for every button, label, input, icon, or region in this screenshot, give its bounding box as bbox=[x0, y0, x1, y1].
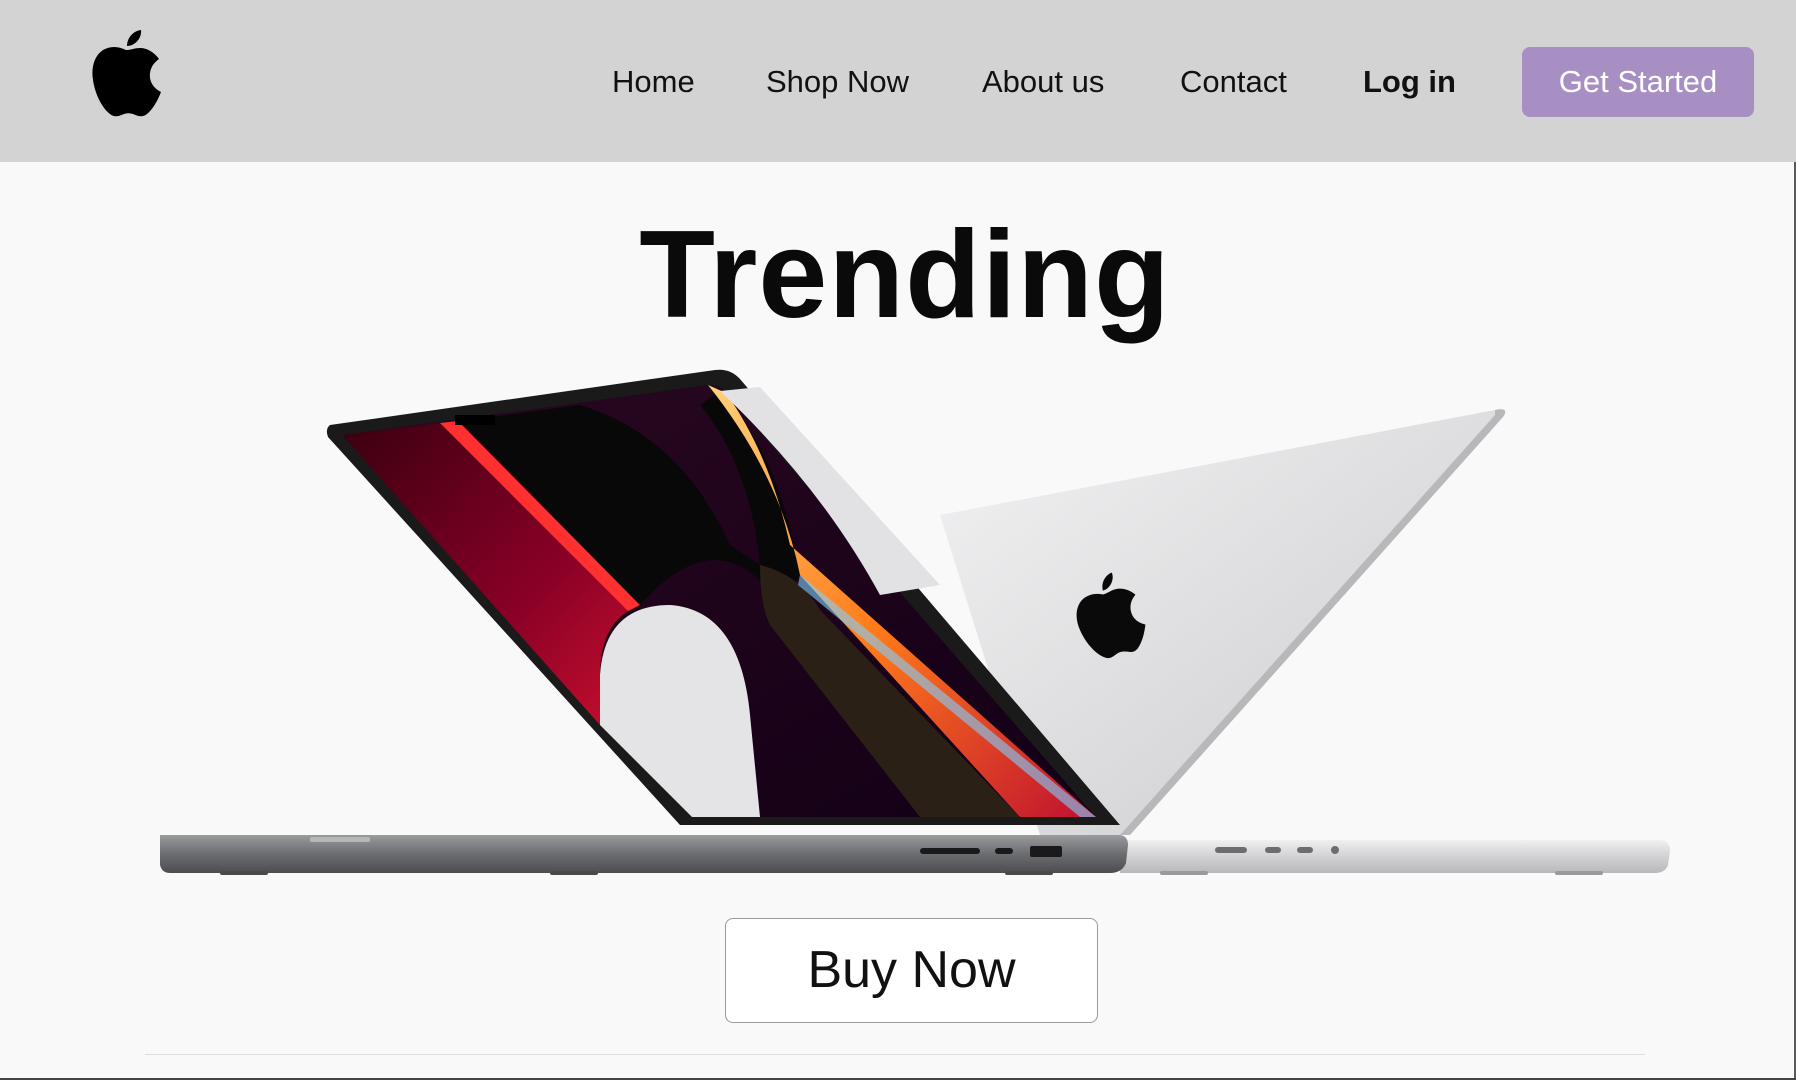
get-started-button[interactable]: Get Started bbox=[1522, 47, 1754, 117]
divider bbox=[145, 1054, 1645, 1055]
page-title: Trending bbox=[639, 206, 1171, 344]
nav-about-us-link[interactable]: About us bbox=[982, 62, 1104, 102]
header-bar: Home Shop Now About us Contact Log in Ge… bbox=[0, 0, 1796, 162]
two-open-laptops-image bbox=[160, 369, 1670, 875]
nav-shop-now-link[interactable]: Shop Now bbox=[766, 62, 909, 102]
nav-log-in-link[interactable]: Log in bbox=[1363, 62, 1456, 102]
nav-home-link[interactable]: Home bbox=[612, 62, 695, 102]
page: Home Shop Now About us Contact Log in Ge… bbox=[0, 0, 1796, 1080]
nav-contact-link[interactable]: Contact bbox=[1180, 62, 1287, 102]
apple-logo-icon[interactable] bbox=[90, 30, 162, 118]
buy-now-button[interactable]: Buy Now bbox=[725, 918, 1098, 1023]
